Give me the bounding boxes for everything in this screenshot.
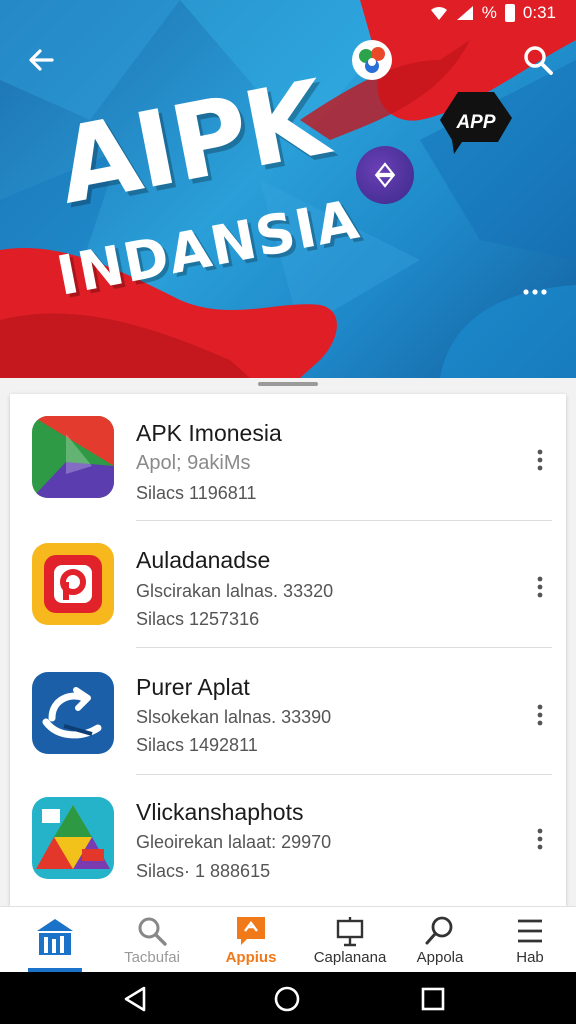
app-list: APK Imonesia Apol; 9akiMs Silacs 1196811… — [10, 394, 566, 906]
menu-icon — [518, 919, 542, 943]
more-horizontal-icon[interactable] — [520, 280, 550, 304]
apps-icon — [237, 917, 265, 945]
board-icon — [336, 917, 364, 947]
app-stat: Silacs· 1 888615 — [136, 861, 271, 881]
app-badge: APP — [438, 90, 514, 156]
status-bar: % 0:31 — [0, 0, 576, 26]
app-subtitle: Glscirakan lalnas. 33320 — [136, 581, 334, 601]
magnifier-icon — [425, 916, 453, 945]
app-badge-label: APP — [456, 112, 496, 133]
nav-label: Caplanana — [313, 949, 387, 966]
nav-home[interactable] — [0, 907, 110, 973]
triangle-app-icon — [32, 797, 114, 879]
list-item[interactable]: APK Imonesia Apol; 9akiMs Silacs 1196811 — [10, 394, 566, 521]
system-recents-icon[interactable] — [418, 984, 448, 1014]
nav-appius[interactable]: Appius — [200, 907, 302, 973]
wifi-icon — [430, 6, 447, 20]
play-triangle-icon — [32, 416, 114, 498]
system-home-icon[interactable] — [272, 984, 302, 1014]
home-icon — [37, 919, 73, 955]
hero-banner: % 0:31 APP AIPK INDANSIA — [0, 0, 576, 378]
list-item[interactable]: Vlickanshaphots Gleoirekan lalaat: 29970… — [10, 775, 566, 902]
nav-hab[interactable]: Hab — [484, 907, 576, 973]
app-name: Vlickanshaphots — [136, 799, 304, 825]
app-name: Auladanadse — [136, 547, 271, 573]
search-icon — [138, 917, 167, 946]
battery-icon — [504, 4, 515, 22]
nav-caplanana[interactable]: Caplanana — [302, 907, 398, 973]
app-stat: Silacs 1492811 — [136, 735, 258, 755]
search-icon[interactable] — [520, 42, 556, 78]
app-subtitle: Apol; 9akiMs — [136, 452, 251, 474]
app-subtitle: Slsokekan lalnas. 33390 — [136, 707, 332, 727]
hero-emblem-icon — [356, 146, 414, 204]
kebab-menu-icon[interactable] — [530, 827, 550, 851]
app-screen: % 0:31 APP AIPK INDANSIA APK Imonesia Ap… — [0, 0, 576, 1024]
nav-tacbufai[interactable]: Tacbufai — [100, 907, 204, 973]
camera-app-icon — [32, 543, 114, 625]
drag-handle[interactable] — [258, 382, 318, 386]
bottom-navigation: Tacbufai Appius Caplanana Appola Hab — [0, 906, 576, 972]
system-navigation-bar — [0, 972, 576, 1024]
kebab-menu-icon[interactable] — [530, 703, 550, 727]
signal-icon — [456, 6, 473, 20]
kebab-menu-icon[interactable] — [530, 448, 550, 472]
list-item[interactable]: Purer Aplat Slsokekan lalnas. 33390 Sila… — [10, 648, 566, 775]
swirl-app-icon — [32, 672, 114, 754]
nav-label: Hab — [516, 949, 544, 966]
nav-label: Appola — [416, 949, 464, 966]
kebab-menu-icon[interactable] — [530, 575, 550, 599]
clock: 0:31 — [522, 3, 556, 22]
app-name: APK Imonesia — [136, 420, 282, 446]
list-item[interactable]: Auladanadse Glscirakan lalnas. 33320 Sil… — [10, 521, 566, 648]
hero-logo-icon — [352, 40, 392, 80]
back-arrow-icon[interactable] — [24, 42, 60, 78]
app-subtitle: Gleoirekan lalaat: 29970 — [136, 832, 332, 852]
app-stat: Silacs 1196811 — [136, 483, 257, 503]
nav-appola[interactable]: Appola — [392, 907, 488, 973]
nav-label: Tacbufai — [124, 949, 180, 966]
battery-text: % — [481, 3, 497, 22]
system-back-icon[interactable] — [120, 984, 150, 1014]
app-stat: Silacs 1257316 — [136, 609, 260, 629]
app-name: Purer Aplat — [136, 674, 250, 700]
nav-label: Appius — [225, 949, 277, 966]
